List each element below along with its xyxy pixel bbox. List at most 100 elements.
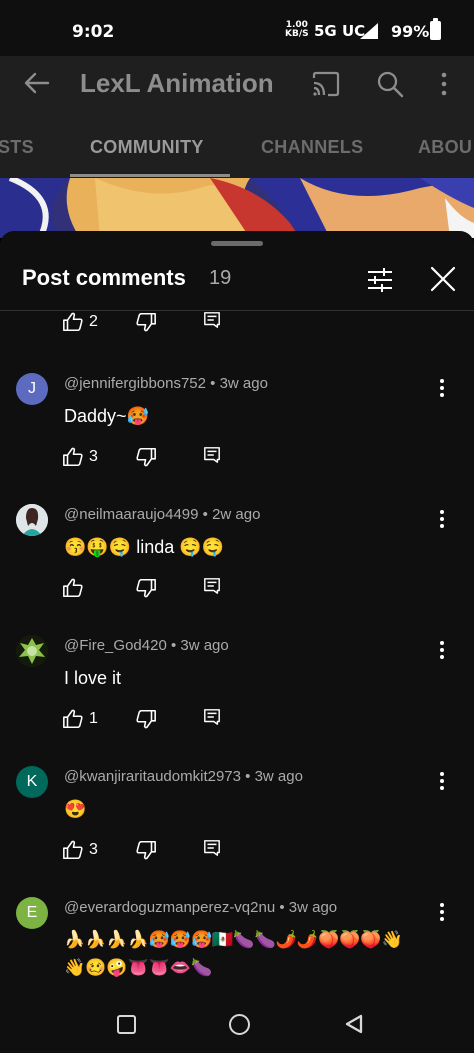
more-vert-icon[interactable] (436, 70, 452, 98)
thumb-down-icon (136, 840, 156, 860)
thumb-up-icon (63, 578, 83, 598)
active-tab-indicator (70, 174, 230, 177)
reply-icon (204, 312, 220, 328)
comments-sheet: Post comments 19 2 J @jenniferg​ibbons75… (0, 231, 474, 1053)
sheet-title: Post comments (22, 265, 186, 290)
battery-icon (430, 18, 441, 40)
comment-author[interactable]: @neilmaaraujo4499 (64, 506, 198, 523)
cast-icon[interactable] (311, 70, 341, 98)
comment-author[interactable]: @jenniferg​ibbons752 (64, 375, 206, 392)
comment-meta: @everardoguzmanperez-vq2nu • 3w ago (64, 899, 338, 916)
avatar[interactable]: E (16, 897, 48, 929)
comment-item: @neilmaaraujo4499 • 2w ago 😚🤑🤤 linda 🤤🤤 (0, 496, 474, 626)
thumb-down-icon (136, 312, 156, 332)
avatar-letter: E (26, 904, 38, 921)
comment-age: 3w ago (180, 637, 229, 654)
recents-icon[interactable] (117, 1015, 136, 1034)
status-bar: 9:02 1.00 KB/S 5G UC 99% (0, 0, 474, 56)
comment-text-line: 🍌🍌🍌🍌🥵🥵🥵🇲🇽🍆🍆🌶️🌶️🍑🍑🍑👋 (64, 930, 403, 949)
avatar[interactable]: J (16, 373, 48, 405)
post-image (0, 178, 474, 238)
like-button[interactable] (62, 577, 106, 601)
comment-author[interactable]: @everardoguzmanperez-vq2nu (64, 899, 275, 916)
comment-more-icon[interactable] (434, 901, 450, 923)
comment-item: J @jenniferg​ibbons752 • 3w ago Daddy~🥵 … (0, 365, 474, 495)
comment-author[interactable]: @Fire_God420 (64, 637, 167, 654)
comment-more-icon[interactable] (434, 770, 450, 792)
comment-item: @Fire_God420 • 3w ago I love it 1 (0, 627, 474, 757)
thumb-down-icon (136, 447, 156, 467)
comment-age: 3w ago (219, 375, 268, 392)
avatar[interactable] (16, 504, 48, 536)
comment-age: 3w ago (254, 768, 303, 785)
like-button[interactable]: 1 (62, 708, 106, 732)
app-header: LexL Animation STS COMMUNITY CHANNELS AB… (0, 56, 474, 178)
thumb-up-icon (63, 447, 83, 467)
dislike-button[interactable] (135, 311, 161, 335)
reply-button[interactable] (203, 446, 225, 470)
dislike-button[interactable] (135, 446, 161, 470)
reply-button[interactable] (203, 839, 225, 863)
tab-community[interactable]: COMMUNITY (90, 137, 204, 158)
avatar-photo (16, 635, 48, 667)
comment-author[interactable]: @kwanjiraritaudomkit2973 (64, 768, 241, 785)
reply-icon (204, 840, 220, 856)
home-icon[interactable] (229, 1014, 250, 1035)
avatar[interactable] (16, 635, 48, 667)
reply-button[interactable] (203, 311, 225, 335)
comment-text: Daddy~🥵 (64, 406, 149, 426)
network-speed: 1.00 KB/S (285, 21, 309, 39)
reply-button[interactable] (203, 577, 225, 601)
comment-more-icon[interactable] (434, 639, 450, 661)
thumb-up-icon (63, 840, 83, 860)
like-button[interactable]: 3 (62, 446, 106, 470)
nav-back-icon[interactable] (343, 1013, 365, 1035)
search-icon[interactable] (375, 69, 405, 99)
dislike-button[interactable] (135, 839, 161, 863)
reply-icon (204, 578, 220, 594)
comment-meta: @jenniferg​ibbons752 • 3w ago (64, 375, 268, 392)
thumb-down-icon (136, 709, 156, 729)
comment-meta: @neilmaaraujo4499 • 2w ago (64, 506, 261, 523)
tab-about[interactable]: ABOU (418, 137, 472, 158)
comment-item: E @everardoguzmanperez-vq2nu • 3w ago 🍌🍌… (0, 889, 474, 985)
system-nav-bar (0, 985, 474, 1053)
comment-text: 😚🤑🤤 linda 🤤🤤 (64, 537, 225, 557)
network-type: 5G UC (314, 22, 366, 40)
tab-channels[interactable]: CHANNELS (261, 137, 363, 158)
channel-title: LexL Animation (80, 68, 274, 98)
comment-more-icon[interactable] (434, 377, 450, 399)
comment-text: 😍 (64, 799, 87, 819)
comment-more-icon[interactable] (434, 508, 450, 530)
comment-text: 🍌🍌🍌🍌🥵🥵🥵🇲🇽🍆🍆🌶️🌶️🍑🍑🍑👋 👋🥴🤪👅👅👄🍆 (64, 926, 403, 982)
reply-button[interactable] (203, 708, 225, 732)
like-button[interactable]: 3 (62, 839, 106, 863)
close-icon[interactable] (428, 264, 458, 294)
thumb-up-icon (63, 709, 83, 729)
drag-handle[interactable] (211, 241, 263, 246)
battery-percent: 99% (391, 22, 430, 41)
comment-text: I love it (64, 668, 122, 688)
reply-icon (204, 709, 220, 725)
comment-text-line: 👋🥴🤪👅👅👄🍆 (64, 958, 213, 977)
like-count: 1 (89, 710, 98, 727)
network-speed-unit: KB/S (285, 29, 309, 39)
dislike-button[interactable] (135, 708, 161, 732)
tab-posts[interactable]: STS (0, 137, 34, 158)
comment-count: 19 (209, 267, 232, 289)
dislike-button[interactable] (135, 577, 161, 601)
back-arrow-icon[interactable] (22, 68, 52, 98)
like-button[interactable]: 2 (62, 311, 106, 335)
like-count: 2 (89, 313, 98, 330)
thumb-up-icon (63, 312, 83, 332)
avatar-photo (16, 504, 48, 536)
status-time: 9:02 (72, 22, 115, 42)
like-count: 3 (89, 448, 98, 465)
avatar-letter: K (26, 773, 38, 790)
avatar[interactable]: K (16, 766, 48, 798)
reply-icon (204, 447, 220, 463)
comment-item: K @kwanjiraritaudomkit2973 • 3w ago 😍 3 (0, 758, 474, 888)
filter-icon[interactable] (365, 265, 395, 295)
comment-age: 2w ago (212, 506, 261, 523)
comment-meta: @kwanjiraritaudomkit2973 • 3w ago (64, 768, 303, 785)
